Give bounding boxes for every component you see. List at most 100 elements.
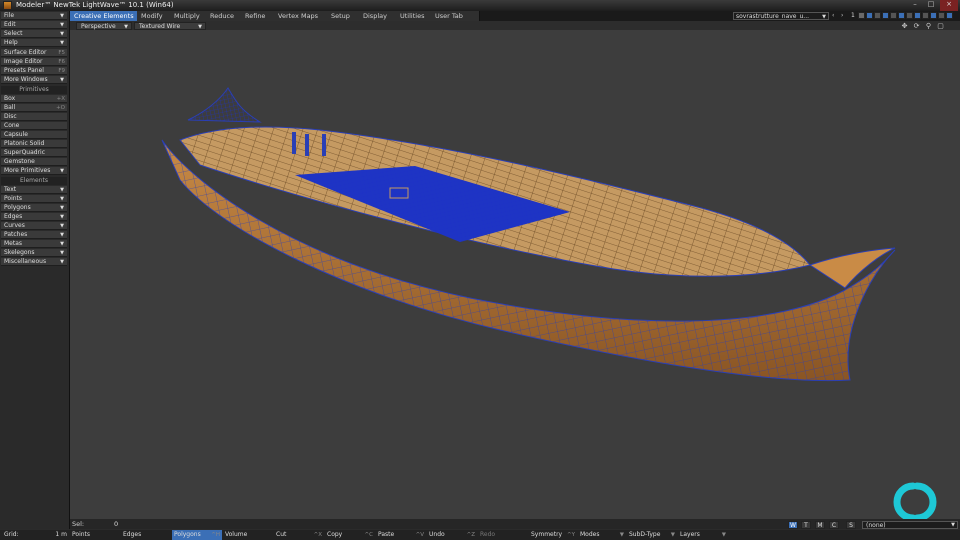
edges-mode-button[interactable]: Edges [121, 530, 171, 540]
layer-button-1[interactable] [858, 12, 865, 19]
layer-button-5[interactable] [890, 12, 897, 19]
primitive-superquadric-button[interactable]: SuperQuadric [1, 149, 67, 157]
more-windows-button[interactable]: More Windows ▼ [1, 76, 67, 84]
toggle-c[interactable]: C [829, 521, 839, 529]
layer-button-8[interactable] [914, 12, 921, 19]
points-mode-button[interactable]: Points [70, 530, 120, 540]
elements-edges-menu[interactable]: Edges ▼ [1, 213, 67, 221]
primitive-capsule-button[interactable]: Capsule [1, 131, 67, 139]
paste-button[interactable]: Paste ^V [376, 530, 426, 540]
layer-button-2[interactable] [866, 12, 873, 19]
object-selector[interactable]: sovrastrutture_nave_u... ▼ [733, 12, 829, 20]
layer-button-11[interactable] [938, 12, 945, 19]
perspective-viewport[interactable] [70, 30, 960, 519]
layer-button-10[interactable] [930, 12, 937, 19]
chevron-down-icon: ▼ [60, 22, 64, 28]
menu-help-label: Help [4, 39, 18, 46]
elements-polygons-menu[interactable]: Polygons ▼ [1, 204, 67, 212]
grid-label: Grid: [4, 531, 19, 538]
presets-panel-button[interactable]: Presets Panel F9 [1, 67, 67, 75]
elements-text-label: Text [4, 186, 17, 193]
primitive-cone-button[interactable]: Cone [1, 122, 67, 130]
subd-type-dropdown[interactable]: SubD-Type ▼ [627, 530, 677, 540]
primitive-platonic-solid-button[interactable]: Platonic Solid [1, 140, 67, 148]
layer-prev-icon[interactable]: ‹ [832, 12, 840, 20]
layer-next-icon[interactable]: › [841, 12, 849, 20]
render-mode-label: Textured Wire [139, 23, 181, 30]
elements-points-label: Points [4, 195, 23, 202]
modes-dropdown[interactable]: Modes ▼ [578, 530, 626, 540]
chevron-down-icon: ▼ [822, 14, 826, 20]
cut-button[interactable]: Cut ^X [274, 530, 324, 540]
elements-curves-menu[interactable]: Curves ▼ [1, 222, 67, 230]
chevron-down-icon: ▼ [60, 223, 64, 229]
primitive-gemstone-button[interactable]: Gemstone [1, 158, 67, 166]
elements-skelegons-menu[interactable]: Skelegons ▼ [1, 249, 67, 257]
primitive-ball-button[interactable]: Ball +O [1, 104, 67, 112]
menu-file[interactable]: File ▼ [1, 12, 67, 20]
symmetry-button[interactable]: Symmetry ^Y [529, 530, 577, 540]
copy-label: Copy [327, 531, 343, 538]
primitive-capsule-label: Capsule [4, 131, 28, 138]
minimize-icon[interactable]: – [908, 0, 922, 11]
elements-header: Elements [1, 177, 67, 185]
elements-metas-menu[interactable]: Metas ▼ [1, 240, 67, 248]
more-windows-label: More Windows [4, 76, 48, 83]
brand-logo [893, 482, 937, 519]
chevron-down-icon: ▼ [60, 214, 64, 220]
layer-button-12[interactable] [946, 12, 953, 19]
elements-patches-menu[interactable]: Patches ▼ [1, 231, 67, 239]
elements-miscellaneous-label: Miscellaneous [4, 258, 47, 265]
rotate-view-icon[interactable]: ⟳ [912, 22, 921, 30]
tab-vertex-maps[interactable]: Vertex Maps [274, 11, 335, 21]
layer-button-3[interactable] [874, 12, 881, 19]
menu-edit[interactable]: Edit ▼ [1, 21, 67, 29]
primitive-box-button[interactable]: Box +X [1, 95, 67, 103]
chevron-down-icon: ▼ [60, 241, 64, 247]
shortcut-label: ^X [313, 532, 322, 538]
polygons-mode-button[interactable]: Polygons ^H [172, 530, 222, 540]
maximize-view-icon[interactable]: ▢ [936, 22, 945, 30]
layer-button-7[interactable] [906, 12, 913, 19]
toggle-s[interactable]: S [846, 521, 856, 529]
surface-value: (none) [866, 522, 886, 529]
surface-editor-button[interactable]: Surface Editor F5 [1, 49, 67, 57]
close-icon[interactable]: × [940, 0, 958, 11]
maximize-icon[interactable]: □ [924, 0, 938, 11]
toggle-m[interactable]: M [815, 521, 825, 529]
toggle-w[interactable]: W [788, 521, 798, 529]
status-bar: Sel: 0 [70, 519, 960, 529]
elements-text-menu[interactable]: Text ▼ [1, 186, 67, 194]
elements-points-menu[interactable]: Points ▼ [1, 195, 67, 203]
layer-button-6[interactable] [898, 12, 905, 19]
copy-button[interactable]: Copy ^C [325, 530, 375, 540]
stern-tip [808, 247, 896, 289]
layers-dropdown[interactable]: Layers ▼ [678, 530, 728, 540]
elements-miscellaneous-menu[interactable]: Miscellaneous ▼ [1, 258, 67, 266]
image-editor-button[interactable]: Image Editor F6 [1, 58, 67, 66]
elements-polygons-label: Polygons [4, 204, 31, 211]
redo-button[interactable]: Redo [478, 530, 528, 540]
surface-dropdown[interactable]: (none) ▼ [862, 521, 958, 529]
move-view-icon[interactable]: ✥ [900, 22, 909, 30]
volume-button[interactable]: Volume [223, 530, 273, 540]
undo-button[interactable]: Undo ^Z [427, 530, 477, 540]
chevron-down-icon: ▼ [60, 77, 64, 83]
menu-help[interactable]: Help ▼ [1, 39, 67, 47]
shortcut-label: F6 [58, 59, 65, 65]
layer-button-4[interactable] [882, 12, 889, 19]
paste-label: Paste [378, 531, 395, 538]
points-mode-label: Points [72, 531, 91, 538]
render-mode-dropdown[interactable]: Textured Wire ▼ [134, 22, 206, 30]
chevron-down-icon: ▼ [60, 13, 64, 19]
tab-user-tab[interactable]: User Tab [431, 11, 480, 21]
tab-creative-elements[interactable]: Creative Elements [70, 11, 145, 21]
primitive-disc-button[interactable]: Disc [1, 113, 67, 121]
layer-button-9[interactable] [922, 12, 929, 19]
zoom-view-icon[interactable]: ⚲ [924, 22, 933, 30]
view-mode-dropdown[interactable]: Perspective ▼ [76, 22, 132, 30]
menu-select[interactable]: Select ▼ [1, 30, 67, 38]
toggle-t[interactable]: T [801, 521, 811, 529]
chevron-down-icon: ▼ [60, 187, 64, 193]
more-primitives-button[interactable]: More Primitives ▼ [1, 167, 67, 175]
